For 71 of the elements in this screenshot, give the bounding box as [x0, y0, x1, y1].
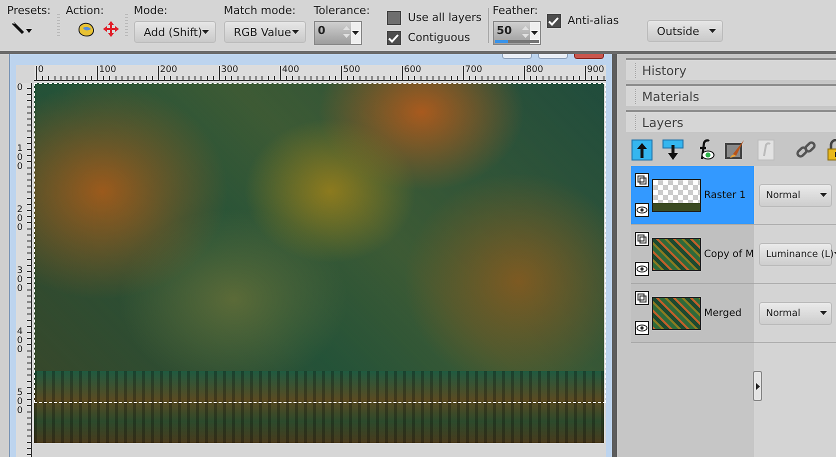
- match-mode-dropdown[interactable]: RGB Value: [224, 21, 306, 43]
- magic-wand-icon[interactable]: [11, 21, 33, 37]
- caret-icon: [352, 31, 360, 35]
- ruler-label: 300: [219, 66, 238, 80]
- palette-header[interactable]: History: [626, 58, 836, 80]
- layer-row[interactable]: Raster 1: [631, 166, 754, 225]
- field-label: Action:: [66, 5, 105, 17]
- ruler-label: 800: [524, 66, 544, 80]
- checkbox[interactable]: [386, 11, 401, 25]
- caret-icon: [708, 29, 716, 33]
- ruler-label: 200: [17, 206, 23, 233]
- caret-icon: [820, 193, 827, 197]
- ruler-label: 200: [158, 66, 178, 80]
- ruler-label: 0: [36, 66, 44, 80]
- ruler-label: 500: [341, 66, 360, 80]
- ruler-label: 900: [585, 66, 604, 80]
- blend-mode-dropdown[interactable]: Normal: [759, 184, 832, 206]
- paint-blob-icon[interactable]: [78, 22, 94, 36]
- checkbox-label: Anti-alias: [568, 15, 619, 27]
- layer-name: Merged: [704, 308, 742, 318]
- checkbox[interactable]: [546, 14, 561, 28]
- layer-thumbnail: [652, 238, 701, 270]
- layer-name: Copy of M: [704, 248, 754, 260]
- move-layer-down-icon[interactable]: [662, 139, 684, 161]
- field-label: Presets:: [7, 5, 51, 17]
- move-layer-up-icon[interactable]: [631, 139, 653, 161]
- check-icon: [388, 34, 400, 42]
- move-cross-icon[interactable]: [102, 21, 119, 37]
- ruler-label: 400: [280, 66, 300, 80]
- field-label: Feather:: [492, 5, 539, 17]
- caret-icon: [820, 311, 827, 315]
- ruler-label: 400: [17, 328, 23, 355]
- eye-icon[interactable]: [635, 203, 649, 217]
- palette-header[interactable]: Layers: [626, 110, 836, 132]
- close-button[interactable]: [574, 54, 604, 59]
- layer-row[interactable]: Copy of M: [631, 225, 754, 284]
- layer-row[interactable]: Merged: [631, 284, 754, 343]
- collapse-handle[interactable]: [753, 371, 762, 401]
- tolerance-field[interactable]: 0: [314, 21, 362, 45]
- outside-dropdown[interactable]: Outside: [646, 20, 723, 42]
- check-icon: [548, 16, 560, 26]
- ruler-label: 700: [463, 66, 482, 80]
- layer-group-icon[interactable]: [635, 173, 649, 187]
- caret-icon: [531, 31, 538, 35]
- ruler-label: 0: [17, 84, 23, 93]
- field-label: Match mode:: [224, 5, 297, 17]
- checkbox-label: Contiguous: [408, 32, 470, 44]
- layer-group-icon[interactable]: [635, 291, 649, 305]
- caret-icon: [202, 30, 210, 34]
- paint-brush-icon[interactable]: [724, 139, 746, 161]
- layer-group-icon[interactable]: [635, 232, 649, 246]
- eye-icon[interactable]: [635, 321, 649, 335]
- field-label: Tolerance:: [314, 5, 370, 17]
- layer-thumbnail: [652, 178, 701, 212]
- arrow-right-icon: [756, 382, 760, 390]
- ruler-label: 100: [17, 145, 23, 172]
- field-label: Mode:: [134, 5, 168, 17]
- ruler-label: 100: [97, 66, 116, 80]
- layer-name: Raster 1: [704, 190, 746, 200]
- palette-header[interactable]: Materials: [626, 84, 836, 106]
- eye-icon[interactable]: [635, 262, 649, 276]
- blend-mode-dropdown[interactable]: Normal: [759, 302, 832, 324]
- layer-thumbnail: [652, 296, 701, 330]
- caret-icon: [292, 30, 299, 34]
- feather-field[interactable]: 50: [492, 21, 541, 45]
- ruler-label: 600: [402, 66, 422, 80]
- ruler-label: 300: [17, 267, 23, 294]
- checkbox-label: Use all layers: [408, 12, 482, 24]
- ruler-label: 500: [17, 389, 23, 416]
- checkbox[interactable]: [386, 31, 401, 45]
- mode-dropdown[interactable]: Add (Shift): [134, 21, 216, 43]
